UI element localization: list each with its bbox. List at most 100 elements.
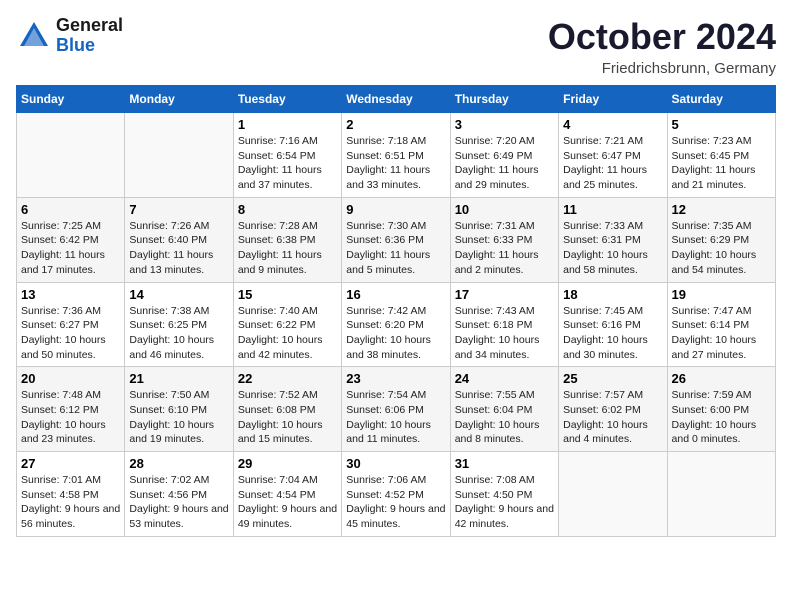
day-info: Sunrise: 7:08 AM Sunset: 4:50 PM Dayligh…	[455, 473, 554, 532]
day-info: Sunrise: 7:16 AM Sunset: 6:54 PM Dayligh…	[238, 134, 337, 193]
calendar-cell: 23Sunrise: 7:54 AM Sunset: 6:06 PM Dayli…	[342, 367, 450, 452]
month-title: October 2024	[548, 16, 776, 58]
day-number: 6	[21, 202, 120, 217]
day-info: Sunrise: 7:20 AM Sunset: 6:49 PM Dayligh…	[455, 134, 554, 193]
calendar-cell: 19 Sunrise: 7:47 AM Sunset: 6:14 PM Dayli…	[667, 282, 775, 367]
title-block: October 2024 Friedrichsbrunn, Germany	[548, 16, 776, 77]
calendar-cell: 15 Sunrise: 7:40 AM Sunset: 6:22 PM Dayli…	[233, 282, 341, 367]
header-monday: Monday	[125, 86, 233, 113]
day-info: Sunrise: 7:42 AM Sunset: 6:20 PM Dayligh…	[346, 304, 445, 363]
calendar-cell: 20 Sunrise: 7:48 AM Sunset: 6:12 PM Dayli…	[17, 367, 125, 452]
day-number: 11	[563, 202, 662, 217]
calendar-cell: 7 Sunrise: 7:26 AM Sunset: 6:40 PM Daylig…	[125, 197, 233, 282]
day-number: 27	[21, 456, 120, 471]
logo-general: General	[56, 16, 123, 36]
header-friday: Friday	[559, 86, 667, 113]
header-sunday: Sunday	[17, 86, 125, 113]
logo-blue: Blue	[56, 36, 123, 56]
day-number: 12	[672, 202, 771, 217]
calendar-cell: 6Sunrise: 7:25 AM Sunset: 6:42 PM Daylig…	[17, 197, 125, 282]
day-info: Sunrise: 7:28 AM Sunset: 6:38 PM Dayligh…	[238, 219, 337, 278]
calendar-cell	[125, 113, 233, 198]
calendar-cell	[17, 113, 125, 198]
day-number: 7	[129, 202, 228, 217]
calendar-cell: 27 Sunrise: 7:01 AM Sunset: 4:58 PM Dayli…	[17, 452, 125, 537]
calendar-cell: 11 Sunrise: 7:33 AM Sunset: 6:31 PM Dayli…	[559, 197, 667, 282]
day-number: 16	[346, 287, 445, 302]
calendar-cell: 24 Sunrise: 7:55 AM Sunset: 6:04 PM Dayli…	[450, 367, 558, 452]
day-number: 8	[238, 202, 337, 217]
logo: General Blue	[16, 16, 123, 56]
calendar-cell: 14Sunrise: 7:38 AM Sunset: 6:25 PM Dayli…	[125, 282, 233, 367]
day-number: 26	[672, 371, 771, 386]
day-info: Sunrise: 7:35 AM Sunset: 6:29 PM Dayligh…	[672, 219, 771, 278]
day-number: 30	[346, 456, 445, 471]
calendar-cell: 25 Sunrise: 7:57 AM Sunset: 6:02 PM Dayli…	[559, 367, 667, 452]
calendar-cell: 31Sunrise: 7:08 AM Sunset: 4:50 PM Dayli…	[450, 452, 558, 537]
calendar-cell: 21 Sunrise: 7:50 AM Sunset: 6:10 PM Dayli…	[125, 367, 233, 452]
calendar-week-2: 6Sunrise: 7:25 AM Sunset: 6:42 PM Daylig…	[17, 197, 776, 282]
day-info: Sunrise: 7:02 AM Sunset: 4:56 PM Dayligh…	[129, 473, 228, 532]
header-tuesday: Tuesday	[233, 86, 341, 113]
day-info: Sunrise: 7:40 AM Sunset: 6:22 PM Dayligh…	[238, 304, 337, 363]
calendar-cell: 8 Sunrise: 7:28 AM Sunset: 6:38 PM Daylig…	[233, 197, 341, 282]
calendar-cell: 18Sunrise: 7:45 AM Sunset: 6:16 PM Dayli…	[559, 282, 667, 367]
day-info: Sunrise: 7:55 AM Sunset: 6:04 PM Dayligh…	[455, 388, 554, 447]
calendar-cell	[559, 452, 667, 537]
day-info: Sunrise: 7:18 AM Sunset: 6:51 PM Dayligh…	[346, 134, 445, 193]
day-number: 3	[455, 117, 554, 132]
calendar-week-1: 1 Sunrise: 7:16 AM Sunset: 6:54 PM Daylig…	[17, 113, 776, 198]
day-info: Sunrise: 7:43 AM Sunset: 6:18 PM Dayligh…	[455, 304, 554, 363]
day-info: Sunrise: 7:48 AM Sunset: 6:12 PM Dayligh…	[21, 388, 120, 447]
day-info: Sunrise: 7:06 AM Sunset: 4:52 PM Dayligh…	[346, 473, 445, 532]
day-number: 28	[129, 456, 228, 471]
day-number: 15	[238, 287, 337, 302]
day-number: 13	[21, 287, 120, 302]
calendar-cell: 16 Sunrise: 7:42 AM Sunset: 6:20 PM Dayli…	[342, 282, 450, 367]
day-number: 19	[672, 287, 771, 302]
calendar-cell: 4 Sunrise: 7:21 AM Sunset: 6:47 PM Daylig…	[559, 113, 667, 198]
day-number: 24	[455, 371, 554, 386]
day-number: 4	[563, 117, 662, 132]
calendar-cell: 12 Sunrise: 7:35 AM Sunset: 6:29 PM Dayli…	[667, 197, 775, 282]
header-saturday: Saturday	[667, 86, 775, 113]
day-info: Sunrise: 7:21 AM Sunset: 6:47 PM Dayligh…	[563, 134, 662, 193]
calendar-week-3: 13 Sunrise: 7:36 AM Sunset: 6:27 PM Dayli…	[17, 282, 776, 367]
day-info: Sunrise: 7:04 AM Sunset: 4:54 PM Dayligh…	[238, 473, 337, 532]
calendar-cell: 5 Sunrise: 7:23 AM Sunset: 6:45 PM Daylig…	[667, 113, 775, 198]
calendar-cell: 10Sunrise: 7:31 AM Sunset: 6:33 PM Dayli…	[450, 197, 558, 282]
calendar-cell: 26 Sunrise: 7:59 AM Sunset: 6:00 PM Dayli…	[667, 367, 775, 452]
calendar-cell: 30 Sunrise: 7:06 AM Sunset: 4:52 PM Dayli…	[342, 452, 450, 537]
page-header: General Blue October 2024 Friedrichsbrun…	[16, 16, 776, 77]
day-info: Sunrise: 7:31 AM Sunset: 6:33 PM Dayligh…	[455, 219, 554, 278]
day-info: Sunrise: 7:47 AM Sunset: 6:14 PM Dayligh…	[672, 304, 771, 363]
day-number: 1	[238, 117, 337, 132]
calendar-week-5: 27 Sunrise: 7:01 AM Sunset: 4:58 PM Dayli…	[17, 452, 776, 537]
day-number: 5	[672, 117, 771, 132]
logo-text: General Blue	[56, 16, 123, 56]
logo-icon	[16, 18, 52, 54]
day-number: 18	[563, 287, 662, 302]
day-info: Sunrise: 7:01 AM Sunset: 4:58 PM Dayligh…	[21, 473, 120, 532]
calendar-cell: 9Sunrise: 7:30 AM Sunset: 6:36 PM Daylig…	[342, 197, 450, 282]
day-info: Sunrise: 7:59 AM Sunset: 6:00 PM Dayligh…	[672, 388, 771, 447]
header-wednesday: Wednesday	[342, 86, 450, 113]
day-number: 22	[238, 371, 337, 386]
calendar-cell	[667, 452, 775, 537]
calendar-header-row: SundayMondayTuesdayWednesdayThursdayFrid…	[17, 86, 776, 113]
day-info: Sunrise: 7:36 AM Sunset: 6:27 PM Dayligh…	[21, 304, 120, 363]
day-info: Sunrise: 7:54 AM Sunset: 6:06 PM Dayligh…	[346, 388, 445, 447]
day-info: Sunrise: 7:57 AM Sunset: 6:02 PM Dayligh…	[563, 388, 662, 447]
day-info: Sunrise: 7:50 AM Sunset: 6:10 PM Dayligh…	[129, 388, 228, 447]
day-number: 9	[346, 202, 445, 217]
day-info: Sunrise: 7:26 AM Sunset: 6:40 PM Dayligh…	[129, 219, 228, 278]
day-number: 25	[563, 371, 662, 386]
calendar-table: SundayMondayTuesdayWednesdayThursdayFrid…	[16, 85, 776, 537]
header-thursday: Thursday	[450, 86, 558, 113]
day-info: Sunrise: 7:33 AM Sunset: 6:31 PM Dayligh…	[563, 219, 662, 278]
day-number: 20	[21, 371, 120, 386]
day-info: Sunrise: 7:23 AM Sunset: 6:45 PM Dayligh…	[672, 134, 771, 193]
day-number: 21	[129, 371, 228, 386]
location: Friedrichsbrunn, Germany	[548, 60, 776, 77]
day-number: 2	[346, 117, 445, 132]
